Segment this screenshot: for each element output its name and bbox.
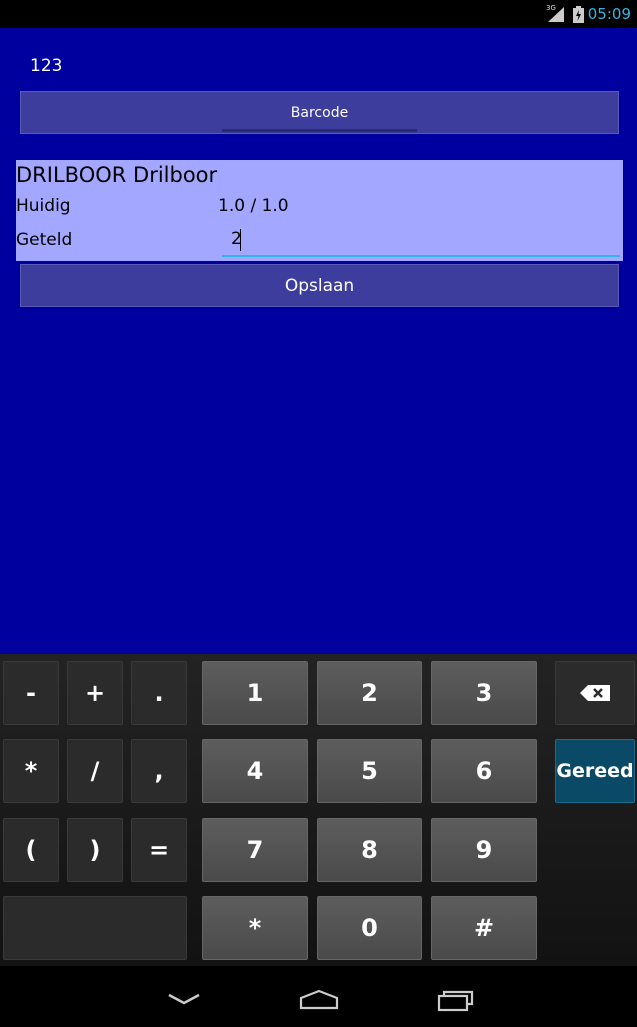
numeric-keyboard: - + . 1 2 3 * / , 4 5 6 Gereed ( ) = 7 8… [0,654,637,966]
key-minus[interactable]: - [3,661,59,725]
code-value: 123 [30,56,63,76]
key-5[interactable]: 5 [317,739,422,803]
key-0[interactable]: 0 [317,896,422,960]
done-key[interactable]: Gereed [555,739,635,803]
huidig-label: Huidig [16,196,71,216]
item-title: DRILBOOR Drilboor [16,163,218,187]
barcode-underline [222,129,417,132]
key-8[interactable]: 8 [317,818,422,882]
home-icon[interactable] [298,988,340,1010]
key-2[interactable]: 2 [317,661,422,725]
save-button[interactable]: Opslaan [20,264,619,307]
text-cursor [240,229,241,251]
key-equals[interactable]: = [131,818,187,882]
key-7[interactable]: 7 [202,818,308,882]
key-6[interactable]: 6 [431,739,537,803]
key-open-paren[interactable]: ( [3,818,59,882]
status-time: 05:09 [587,5,631,23]
key-slash[interactable]: / [67,739,123,803]
key-3[interactable]: 3 [431,661,537,725]
geteld-input[interactable]: 2 [222,226,620,257]
key-4[interactable]: 4 [202,739,308,803]
key-dot[interactable]: . [131,661,187,725]
key-plus[interactable]: + [67,661,123,725]
recents-icon[interactable] [437,988,477,1012]
barcode-button[interactable]: Barcode [20,91,619,134]
key-star[interactable]: * [202,896,308,960]
key-close-paren[interactable]: ) [67,818,123,882]
key-asterisk-small[interactable]: * [3,739,59,803]
huidig-value: 1.0 / 1.0 [218,196,289,216]
backspace-icon [580,685,610,701]
key-hash[interactable]: # [431,896,537,960]
key-1[interactable]: 1 [202,661,308,725]
geteld-label: Geteld [16,230,73,250]
key-comma[interactable]: , [131,739,187,803]
backspace-key[interactable] [555,661,635,725]
battery-charging-icon [573,6,584,23]
back-icon[interactable] [167,992,201,1006]
space-key[interactable] [3,896,187,960]
key-9[interactable]: 9 [431,818,537,882]
status-bar: 3G 05:09 [0,0,637,28]
signal-icon [548,7,564,22]
navigation-bar [0,966,637,1027]
